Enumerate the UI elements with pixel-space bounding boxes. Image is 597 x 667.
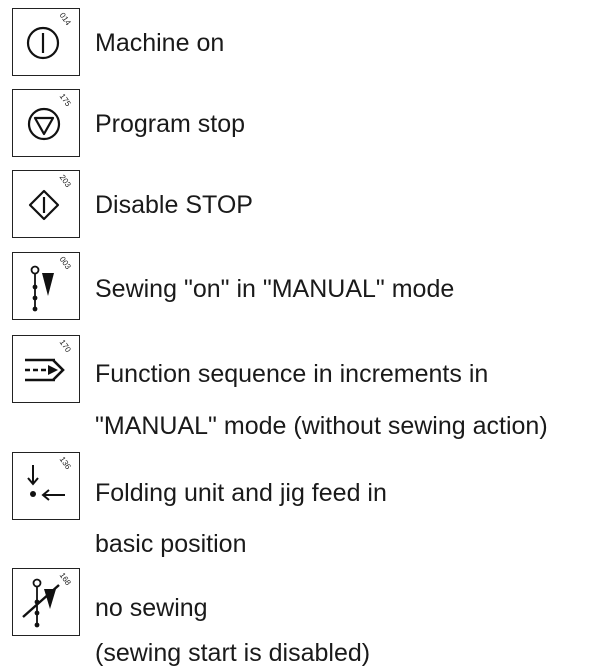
legend-label: Machine on [95,29,225,57]
icon-box: 014 [12,8,80,76]
legend-label-line-1: no sewing [95,594,208,622]
legend-label-line-2: basic position [95,530,247,558]
icon-box: 168 [12,568,80,636]
icon-box: 170 [12,335,80,403]
icon-box: 003 [12,252,80,320]
legend-label-line-2: (sewing start is disabled) [95,639,371,667]
legend-label: Disable STOP [95,191,253,219]
legend-label-line-1: Function sequence in increments in [95,360,489,388]
icon-box: 136 [12,452,80,520]
legend-label-line-2: "MANUAL" mode (without sewing action) [95,412,548,440]
legend-label-line-1: Folding unit and jig feed in [95,479,387,507]
icon-box: 203 [12,170,80,238]
legend-label: Program stop [95,110,246,138]
icon-box: 175 [12,89,80,157]
legend-label: Sewing "on" in "MANUAL" mode [95,275,455,303]
symbol-legend-page: { "items": [ {"code": "014", "icon": "po… [0,0,597,666]
